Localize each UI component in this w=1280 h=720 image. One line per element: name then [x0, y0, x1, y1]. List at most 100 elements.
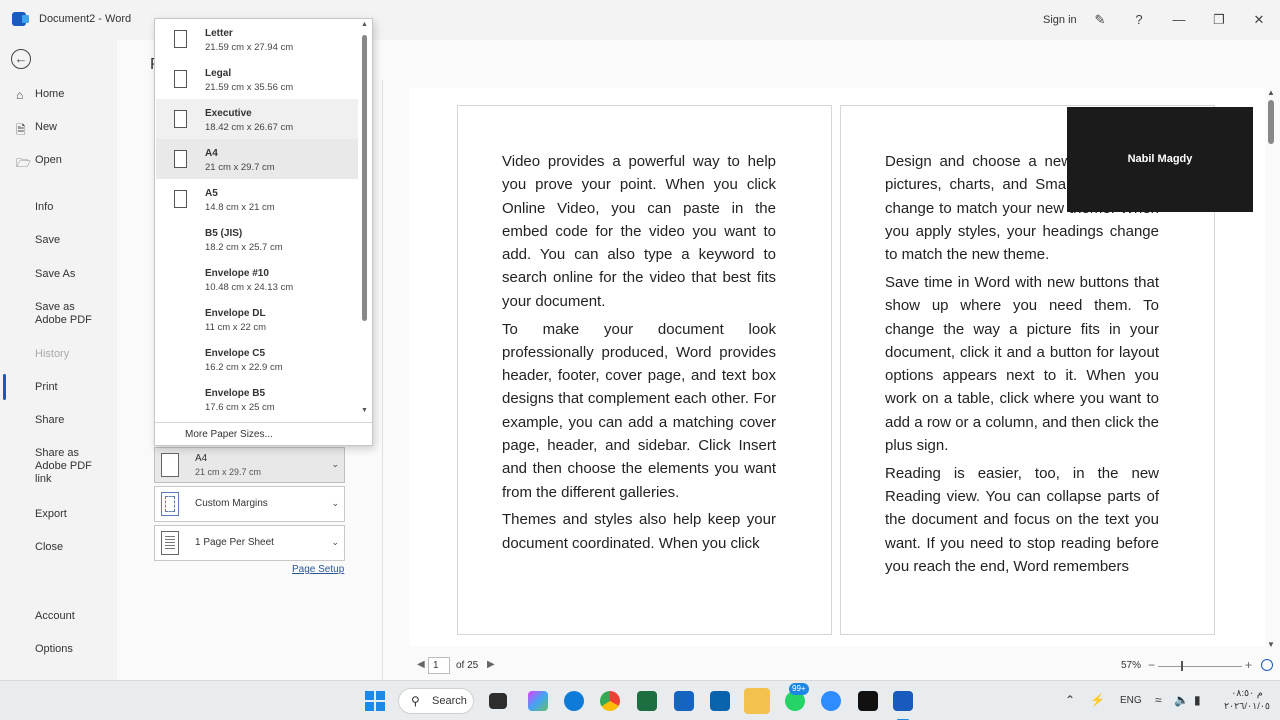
- taskbar-search[interactable]: ⚲ Search: [398, 688, 474, 714]
- paper-size-select[interactable]: A4 21 cm x 29.7 cm ⌄: [154, 447, 345, 483]
- help-icon[interactable]: ?: [1129, 10, 1149, 30]
- option-dims: 18.42 cm x 26.67 cm: [205, 122, 294, 133]
- windows-start-icon[interactable]: [365, 691, 385, 711]
- scroll-up-icon[interactable]: ▲: [1267, 88, 1275, 97]
- pages-per-sheet-select[interactable]: 1 Page Per Sheet ⌄: [154, 525, 345, 561]
- scroll-thumb[interactable]: [1268, 100, 1274, 144]
- wifi-icon[interactable]: ≈: [1155, 693, 1162, 707]
- nav-save-as-adobe-pdf[interactable]: Save as Adobe PDF: [35, 301, 92, 327]
- next-page-icon[interactable]: ▶: [487, 659, 495, 670]
- option-name: A5: [205, 188, 218, 199]
- nav-save[interactable]: Save: [35, 234, 60, 247]
- close-icon[interactable]: ✕: [1249, 10, 1269, 30]
- chevron-up-icon[interactable]: ⌃: [1065, 693, 1075, 707]
- zoom-to-page-icon[interactable]: [1261, 659, 1273, 671]
- option-name: Envelope #10: [205, 268, 269, 279]
- sign-in-button[interactable]: Sign in: [1043, 14, 1077, 26]
- nav-save-as[interactable]: Save As: [35, 268, 75, 281]
- paper-size-option[interactable]: Executive 18.42 cm x 26.67 cm: [156, 99, 358, 139]
- scroll-down-icon[interactable]: ▼: [361, 407, 368, 414]
- nav-info[interactable]: Info: [35, 201, 53, 214]
- store-icon[interactable]: [674, 691, 694, 711]
- pages-per-sheet-icon: [161, 531, 179, 555]
- zoom-in-icon[interactable]: +: [1245, 658, 1252, 672]
- capcut-icon[interactable]: [858, 691, 878, 711]
- system-clock[interactable]: م ٠٨:٥٠ ٢٠٢٦/٠١/٠٥: [1222, 687, 1272, 713]
- paper-size-option-selected[interactable]: A4 21 cm x 29.7 cm: [156, 139, 358, 179]
- network-status-icon[interactable]: ⚡: [1090, 693, 1105, 707]
- excel-icon[interactable]: [637, 691, 657, 711]
- current-page-input[interactable]: 1: [428, 657, 450, 674]
- scroll-up-icon[interactable]: ▲: [361, 21, 368, 28]
- page-icon: [174, 110, 187, 128]
- chevron-down-icon: ⌄: [331, 459, 339, 469]
- scroll-down-icon[interactable]: ▼: [1267, 640, 1275, 649]
- edge-icon[interactable]: [564, 691, 584, 711]
- page-icon: [161, 453, 179, 477]
- paper-size-name: A4: [195, 453, 208, 464]
- paragraph: Video provides a powerful way to help yo…: [502, 153, 776, 310]
- scroll-thumb[interactable]: [362, 35, 367, 321]
- language-indicator[interactable]: ENG: [1120, 695, 1142, 706]
- nav-open[interactable]: Open: [35, 154, 62, 167]
- copilot-icon[interactable]: [528, 691, 548, 711]
- file-explorer-icon[interactable]: [744, 688, 770, 714]
- option-dims: 11 cm x 22 cm: [205, 322, 267, 333]
- paper-size-option[interactable]: Letter 21.59 cm x 27.94 cm: [156, 19, 358, 59]
- option-name: Legal: [205, 68, 232, 79]
- back-arrow-icon[interactable]: ←: [11, 49, 31, 69]
- volume-icon[interactable]: 🔈: [1174, 693, 1189, 707]
- zoom-out-icon[interactable]: −: [1148, 658, 1155, 672]
- paper-size-option[interactable]: Envelope DL 11 cm x 22 cm: [156, 299, 358, 339]
- option-dims: 14.8 cm x 21 cm: [205, 202, 275, 213]
- nav-home[interactable]: Home: [35, 88, 64, 101]
- notification-badge: 99+: [789, 683, 809, 695]
- document-title: Document2 - Word: [39, 13, 132, 25]
- zoom-slider-thumb[interactable]: [1181, 661, 1183, 671]
- paper-size-option[interactable]: Envelope C5 16.2 cm x 22.9 cm: [156, 339, 358, 379]
- page-text: Design and choose a new Theme, the pictu…: [885, 150, 1159, 583]
- nav-options[interactable]: Options: [35, 643, 73, 656]
- feedback-icon[interactable]: ✎: [1090, 10, 1110, 30]
- option-name: Letter: [205, 28, 233, 39]
- option-name: Executive: [205, 108, 252, 119]
- preview-scrollbar[interactable]: ▲ ▼: [1264, 88, 1280, 652]
- nav-account[interactable]: Account: [35, 610, 75, 623]
- paper-size-option[interactable]: Envelope B5 17.6 cm x 25 cm: [156, 379, 358, 419]
- option-dims: 16.2 cm x 22.9 cm: [205, 362, 283, 373]
- chrome-icon[interactable]: [600, 691, 620, 711]
- page-total: of 25: [456, 660, 479, 671]
- restore-icon[interactable]: ❐: [1209, 10, 1229, 30]
- chevron-down-icon: ⌄: [331, 537, 339, 547]
- battery-icon[interactable]: ▮: [1194, 693, 1201, 707]
- margins-select[interactable]: Custom Margins ⌄: [154, 486, 345, 522]
- page-icon: [174, 70, 187, 88]
- zoom-slider[interactable]: [1158, 666, 1242, 667]
- paper-size-option[interactable]: Envelope #10 10.48 cm x 24.13 cm: [156, 259, 358, 299]
- task-view-icon[interactable]: [489, 693, 507, 709]
- preview-page-1: Video provides a powerful way to help yo…: [457, 105, 832, 635]
- nav-print[interactable]: Print: [35, 381, 58, 394]
- more-paper-sizes[interactable]: More Paper Sizes...: [155, 422, 372, 446]
- option-dims: 17.6 cm x 25 cm: [205, 402, 275, 413]
- paper-size-option[interactable]: Legal 21.59 cm x 35.56 cm: [156, 59, 358, 99]
- option-name: A4: [205, 148, 218, 159]
- outlook-icon[interactable]: [710, 691, 730, 711]
- previous-page-icon[interactable]: ◀: [417, 659, 425, 670]
- page-setup-link[interactable]: Page Setup: [292, 564, 344, 575]
- dropdown-scrollbar[interactable]: ▲ ▼: [359, 21, 370, 419]
- video-call-tile: Nabil Magdy: [1067, 107, 1253, 212]
- nav-export[interactable]: Export: [35, 508, 67, 521]
- new-document-icon: 🗎: [16, 123, 26, 137]
- word-taskbar-icon[interactable]: [893, 691, 913, 711]
- nav-close[interactable]: Close: [35, 541, 63, 554]
- paper-size-option[interactable]: B5 (JIS) 18.2 cm x 25.7 cm: [156, 219, 358, 259]
- more-paper-sizes-label: More Paper Sizes...: [185, 429, 273, 440]
- zoom-app-icon[interactable]: [821, 691, 841, 711]
- nav-share[interactable]: Share: [35, 414, 64, 427]
- option-dims: 21 cm x 29.7 cm: [205, 162, 275, 173]
- paper-size-option[interactable]: A5 14.8 cm x 21 cm: [156, 179, 358, 219]
- minimize-icon[interactable]: —: [1169, 10, 1189, 30]
- nav-new[interactable]: New: [35, 121, 57, 134]
- nav-share-as-adobe-pdf-link[interactable]: Share as Adobe PDF link: [35, 447, 92, 486]
